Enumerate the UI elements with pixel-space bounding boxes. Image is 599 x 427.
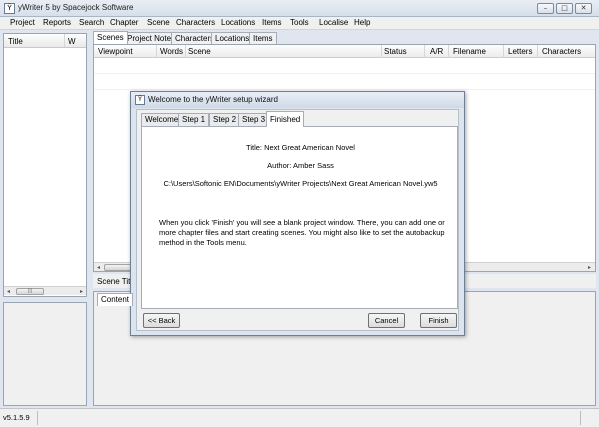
column-separator: [64, 34, 65, 47]
grid-row-line: [94, 89, 595, 90]
tab-content[interactable]: Content: [97, 293, 134, 306]
status-divider: [37, 411, 38, 425]
menu-bar: Project Reports Search Chapter Scene Cha…: [0, 17, 599, 30]
scroll-left-arrow-icon[interactable]: ◂: [4, 287, 13, 296]
back-button[interactable]: << Back: [143, 313, 180, 328]
window-title: yWriter 5 by Spacejock Software: [18, 3, 134, 12]
window-titlebar[interactable]: Ÿ yWriter 5 by Spacejock Software – □ ✕: [0, 0, 599, 17]
column-separator: [537, 45, 538, 58]
dialog-body: Welcome Step 1 Step 2 Step 3 Finished Ti…: [136, 109, 459, 331]
column-separator: [448, 45, 449, 58]
column-header-status[interactable]: Status: [384, 47, 407, 56]
menu-localise[interactable]: Localise: [319, 18, 348, 27]
setup-wizard-dialog[interactable]: Ÿ Welcome to the yWriter setup wizard We…: [130, 91, 465, 336]
column-separator: [156, 45, 157, 58]
tab-items[interactable]: Items: [249, 32, 277, 44]
column-separator: [381, 45, 382, 58]
column-header-viewpoint[interactable]: Viewpoint: [98, 47, 133, 56]
menu-locations[interactable]: Locations: [221, 18, 255, 27]
wizard-tab-step-1[interactable]: Step 1: [178, 113, 210, 126]
project-author-line: Author: Amber Sass: [267, 161, 334, 170]
minimize-button[interactable]: –: [537, 3, 554, 14]
column-header-scene[interactable]: Scene: [188, 47, 211, 56]
scroll-left-arrow-icon[interactable]: ◂: [94, 263, 103, 272]
status-bar: v5.1.5.9: [0, 408, 599, 427]
wizard-tab-welcome[interactable]: Welcome: [141, 113, 183, 126]
wizard-tab-step-2[interactable]: Step 2: [209, 113, 241, 126]
column-separator: [185, 45, 186, 58]
menu-chapter[interactable]: Chapter: [110, 18, 138, 27]
finish-description: When you click 'Finish' you will see a b…: [159, 218, 445, 247]
column-header-filename[interactable]: Filename: [453, 47, 486, 56]
menu-reports[interactable]: Reports: [43, 18, 71, 27]
app-icon: Ÿ: [4, 3, 15, 14]
tab-scenes[interactable]: Scenes: [93, 31, 128, 44]
column-header-words[interactable]: W: [68, 37, 76, 46]
menu-scene[interactable]: Scene: [147, 18, 170, 27]
scene-grid-header: Viewpoint Words Scene Status A/R Filenam…: [94, 45, 595, 58]
status-divider: [580, 411, 581, 425]
chapter-list[interactable]: Title W ◂ ||| ▸: [3, 33, 87, 297]
chapter-list-hscrollbar[interactable]: ◂ ||| ▸: [4, 286, 86, 295]
dialog-title: Welcome to the yWriter setup wizard: [148, 95, 278, 104]
column-header-title[interactable]: Title: [8, 37, 23, 46]
wizard-tab-finished[interactable]: Finished: [266, 111, 305, 127]
version-label: v5.1.5.9: [3, 413, 30, 422]
menu-characters[interactable]: Characters: [176, 18, 215, 27]
close-button[interactable]: ✕: [575, 3, 592, 14]
scrollbar-thumb[interactable]: [104, 264, 132, 271]
project-path-line: C:\Users\Softonic EN\Documents\yWriter P…: [163, 179, 438, 188]
column-header-words[interactable]: Words: [160, 47, 183, 56]
chapter-list-header: Title W: [4, 34, 86, 48]
menu-tools[interactable]: Tools: [290, 18, 309, 27]
scroll-right-arrow-icon[interactable]: ▸: [585, 263, 594, 272]
column-separator: [424, 45, 425, 58]
maximize-button[interactable]: □: [556, 3, 573, 14]
scrollbar-thumb[interactable]: |||: [16, 288, 44, 295]
menu-help[interactable]: Help: [354, 18, 370, 27]
project-title-line: Title: Next Great American Novel: [246, 143, 355, 152]
dialog-app-icon: Ÿ: [135, 95, 145, 105]
wizard-tab-step-3[interactable]: Step 3: [238, 113, 270, 126]
column-header-ar[interactable]: A/R: [430, 47, 443, 56]
column-header-characters[interactable]: Characters: [542, 47, 581, 56]
grid-row-line: [94, 73, 595, 74]
column-header-letters[interactable]: Letters: [508, 47, 532, 56]
column-separator: [503, 45, 504, 58]
menu-search[interactable]: Search: [79, 18, 104, 27]
wizard-finished-page: Title: Next Great American Novel Author:…: [141, 126, 458, 309]
finish-button[interactable]: Finish: [420, 313, 457, 328]
tab-locations[interactable]: Locations: [211, 32, 254, 44]
menu-items[interactable]: Items: [262, 18, 282, 27]
scroll-right-arrow-icon[interactable]: ▸: [77, 287, 86, 296]
chapter-notes-panel[interactable]: [3, 302, 87, 406]
dialog-titlebar[interactable]: Ÿ Welcome to the yWriter setup wizard: [131, 92, 464, 108]
menu-project[interactable]: Project: [10, 18, 35, 27]
cancel-button[interactable]: Cancel: [368, 313, 405, 328]
